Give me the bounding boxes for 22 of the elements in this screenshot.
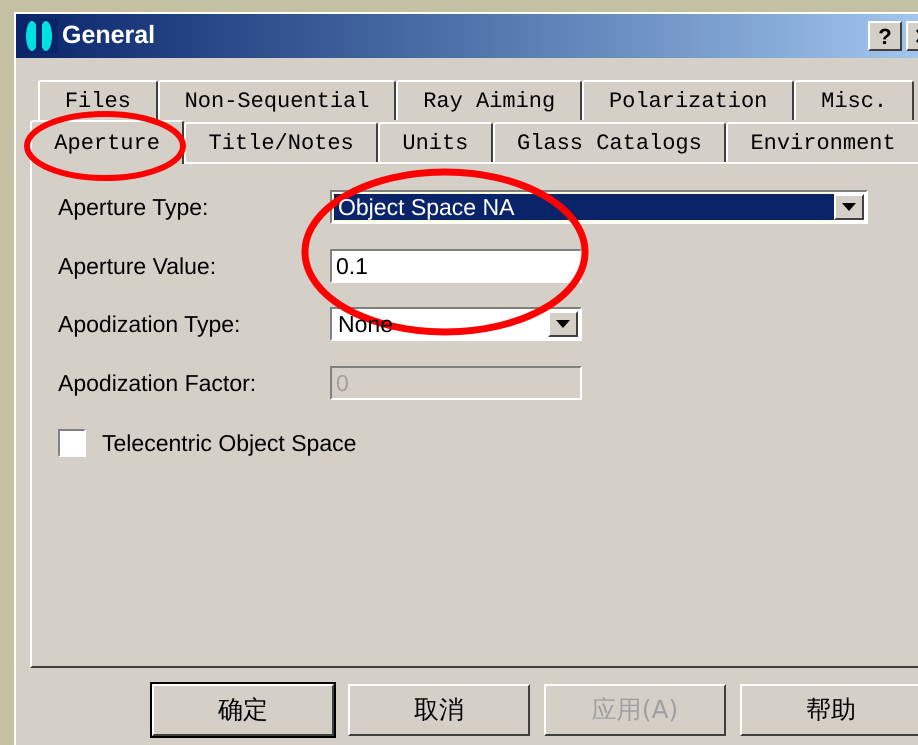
checkbox[interactable] xyxy=(58,429,86,458)
tab[interactable]: Environment xyxy=(726,122,918,162)
tab[interactable]: Non-Sequential xyxy=(158,80,396,120)
tab[interactable]: Misc. xyxy=(794,80,914,120)
tab[interactable]: Glass Catalogs xyxy=(492,122,726,162)
field-label: Apodization Type: xyxy=(58,310,242,339)
tab[interactable]: Ray Aiming xyxy=(396,80,582,120)
dialog-button[interactable]: 帮助 xyxy=(740,684,918,736)
input-field[interactable]: 0.1 xyxy=(330,248,582,283)
dialog-button[interactable]: 确定 xyxy=(152,684,334,736)
field-label: Apodization Factor: xyxy=(58,368,258,398)
tab[interactable]: Units xyxy=(378,122,493,162)
help-button[interactable]: ? xyxy=(868,21,902,51)
window-title: General xyxy=(62,20,156,52)
field-label: Aperture Value: xyxy=(58,252,218,281)
tab[interactable]: Aperture xyxy=(30,120,184,164)
tab[interactable]: Title/Notes xyxy=(184,122,378,162)
checkbox-label: Telecentric Object Space xyxy=(102,429,356,458)
tab[interactable]: Polarization xyxy=(582,80,794,120)
dropdown[interactable]: Object Space NA xyxy=(330,190,868,224)
dialog-button[interactable]: 取消 xyxy=(348,684,530,736)
field-label: Aperture Type: xyxy=(58,193,210,222)
